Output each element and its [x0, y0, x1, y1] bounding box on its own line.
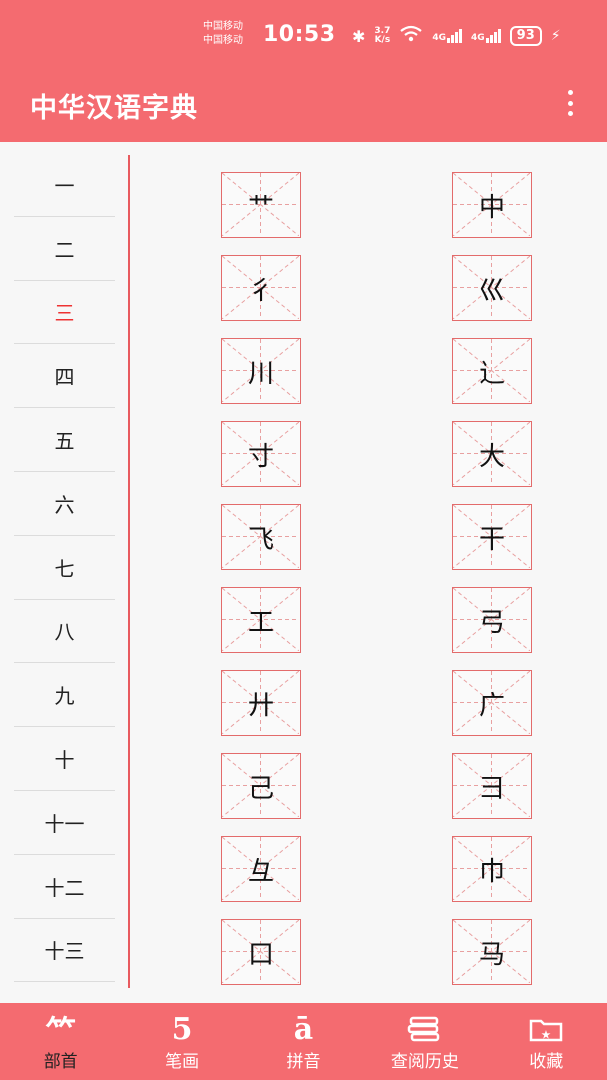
character-glyph: 彐: [478, 773, 505, 804]
character-cell[interactable]: 口: [221, 919, 301, 985]
stroke-count-item[interactable]: 十三: [14, 919, 115, 983]
character-glyph: 彑: [247, 856, 274, 887]
stroke-count-item[interactable]: 十: [14, 727, 115, 791]
divider: [128, 155, 130, 988]
character-cell[interactable]: 中: [452, 172, 532, 238]
character-cell[interactable]: 廾: [221, 670, 301, 736]
character-cell[interactable]: 己: [221, 753, 301, 819]
stroke-count-item[interactable]: 六: [14, 472, 115, 536]
character-glyph: 广: [478, 690, 505, 721]
stroke-count-sidebar: 一二三四五六七八九十十一 十二 十三: [14, 153, 115, 983]
bottom-nav: ⺮ 部首 5 笔画 ā 拼音 查阅历史 ★ 收藏: [0, 1003, 607, 1080]
character-cell[interactable]: 广: [452, 670, 532, 736]
page-title: 中华汉语字典: [30, 93, 198, 124]
stroke-count-item[interactable]: 十二: [14, 855, 115, 919]
nav-radical[interactable]: ⺮ 部首: [0, 1003, 121, 1080]
nav-label: 收藏: [529, 1052, 564, 1072]
nav-stroke[interactable]: 5 笔画: [121, 1003, 242, 1080]
character-cell[interactable]: 彐: [452, 753, 532, 819]
speed-unit: K/s: [374, 35, 391, 45]
pinyin-icon: ā: [293, 1011, 314, 1047]
stroke-count-item[interactable]: 十一: [14, 791, 115, 855]
character-glyph: 中: [478, 192, 505, 223]
character-glyph: 弓: [478, 607, 505, 638]
books-icon: [407, 1013, 443, 1045]
nav-label: 查阅历史: [390, 1052, 459, 1072]
carrier-1: 中国移动: [203, 21, 243, 32]
character-glyph: 川: [247, 358, 274, 389]
nav-label: 拼音: [286, 1052, 321, 1072]
carrier-2: 中国移动: [203, 35, 243, 46]
app-header: 中国移动 中国移动 10:53 ✱ 3.7 K/s 4G 4G 93 ⚡ 中华汉…: [0, 0, 607, 142]
character-glyph: 己: [247, 773, 274, 804]
character-glyph: 彳: [247, 275, 274, 306]
stroke-count-item[interactable]: 九: [14, 663, 115, 728]
character-cell[interactable]: 飞: [221, 504, 301, 570]
character-glyph: 干: [478, 524, 505, 555]
stroke-count-item[interactable]: 七: [14, 536, 115, 600]
character-glyph: 大: [478, 441, 505, 472]
nav-pinyin[interactable]: ā 拼音: [243, 1003, 364, 1080]
nav-history[interactable]: 查阅历史: [364, 1003, 485, 1080]
character-cell[interactable]: 干: [452, 504, 532, 570]
character-cell[interactable]: 大: [452, 421, 532, 487]
character-cell[interactable]: 巛: [452, 255, 532, 321]
nav-label: 部首: [43, 1052, 78, 1072]
stroke-count-item[interactable]: 一: [14, 153, 115, 217]
svg-text:★: ★: [542, 1030, 551, 1041]
status-bar: 中国移动 中国移动 10:53 ✱ 3.7 K/s 4G 4G 93 ⚡: [0, 0, 607, 70]
character-cell[interactable]: 巾: [452, 836, 532, 902]
nav-favorites[interactable]: ★ 收藏: [486, 1003, 607, 1080]
stroke-count-item[interactable]: 八: [14, 600, 115, 664]
character-glyph: 辶: [478, 358, 505, 389]
carrier-info: 中国移动 中国移动: [203, 20, 243, 48]
status-icons: ✱ 3.7 K/s 4G 4G 93 ⚡: [352, 24, 561, 48]
stroke-count-item[interactable]: 三: [14, 281, 115, 345]
five-strokes-icon: 5: [171, 1011, 193, 1047]
signal-icon-1: 4G: [432, 29, 463, 43]
folder-star-icon: ★: [528, 1013, 564, 1045]
wifi-icon: [399, 25, 423, 47]
charging-icon: ⚡: [550, 28, 561, 44]
character-cell[interactable]: 川: [221, 338, 301, 404]
character-cell[interactable]: 弓: [452, 587, 532, 653]
character-cell[interactable]: 艹: [221, 172, 301, 238]
signal-icon-2: 4G: [471, 29, 501, 43]
clock: 10:53: [263, 22, 336, 47]
character-glyph: 廾: [247, 690, 274, 721]
character-cell[interactable]: 马: [452, 919, 532, 985]
more-menu-icon[interactable]: [562, 90, 578, 116]
character-cell[interactable]: 彑: [221, 836, 301, 902]
nav-label: 笔画: [165, 1052, 200, 1072]
character-glyph: 工: [247, 607, 274, 638]
character-glyph: 马: [478, 939, 505, 970]
character-glyph: 巾: [478, 856, 505, 887]
character-glyph: 寸: [247, 441, 274, 472]
stroke-count-item[interactable]: 四: [14, 344, 115, 409]
stroke-count-item[interactable]: 二: [14, 217, 115, 281]
character-glyph: 艹: [247, 192, 274, 223]
character-glyph: 巛: [478, 275, 505, 306]
character-cell[interactable]: 辶: [452, 338, 532, 404]
battery-indicator: 93: [509, 26, 542, 46]
network-speed: 3.7 K/s: [374, 27, 390, 45]
character-glyph: 口: [247, 939, 274, 970]
character-cell[interactable]: 工: [221, 587, 301, 653]
character-cell[interactable]: 彳: [221, 255, 301, 321]
radical-icon: ⺮: [45, 1015, 76, 1050]
stroke-count-item[interactable]: 五: [14, 408, 115, 472]
character-glyph: 飞: [247, 524, 274, 555]
character-cell[interactable]: 寸: [221, 421, 301, 487]
bluetooth-icon: ✱: [352, 26, 366, 46]
